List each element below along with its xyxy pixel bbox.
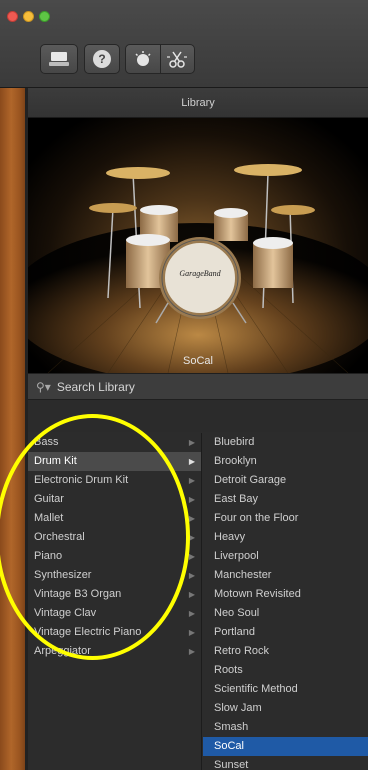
- library-browser: Bass ▶ Drum Kit ▶ Electronic Drum Kit ▶ Guitar…: [28, 433, 368, 770]
- category-label: Piano: [34, 550, 63, 562]
- category-label: Orchestral: [34, 531, 85, 543]
- window-toolbar: ?: [0, 0, 368, 88]
- preset-item[interactable]: Retro Rock: [203, 642, 368, 661]
- category-item[interactable]: Orchestral ▶: [28, 528, 201, 547]
- category-label: Vintage Electric Piano: [34, 626, 142, 638]
- category-label: Guitar: [34, 493, 64, 505]
- chevron-right-icon: ▶: [188, 495, 195, 504]
- category-label: Electronic Drum Kit: [34, 474, 129, 486]
- chevron-right-icon: ▶: [188, 552, 195, 561]
- preset-item[interactable]: Slow Jam: [203, 699, 368, 718]
- library-title: Library: [28, 88, 368, 118]
- scissors-icon: [167, 51, 188, 68]
- chevron-right-icon: ▶: [188, 571, 195, 580]
- drum-brand-text: GarageBand: [179, 269, 221, 278]
- chevron-right-icon: ▶: [188, 628, 195, 637]
- preset-item[interactable]: Heavy: [203, 528, 368, 547]
- minimize-window-button[interactable]: [23, 11, 34, 22]
- category-item[interactable]: Synthesizer ▶: [28, 566, 201, 585]
- zoom-window-button[interactable]: [39, 11, 50, 22]
- instrument-preview: GarageBand SoCal: [28, 118, 368, 373]
- preset-item[interactable]: Liverpool: [203, 547, 368, 566]
- chevron-right-icon: ▶: [188, 457, 195, 466]
- chevron-right-icon: ▶: [188, 647, 195, 656]
- category-item[interactable]: Drum Kit ▶: [28, 452, 201, 471]
- category-item[interactable]: Arpeggiator ▶: [28, 642, 201, 661]
- library-panel: Library GarageBand SoCal ⚲▾ Search Libra…: [28, 88, 368, 770]
- category-item[interactable]: Bass ▶: [28, 433, 201, 452]
- smart-controls-button[interactable]: [126, 45, 160, 73]
- library-button[interactable]: [40, 44, 78, 74]
- help-icon: ?: [93, 50, 111, 68]
- preview-instrument-label: SoCal: [183, 355, 213, 367]
- dial-icon: [135, 51, 151, 66]
- chevron-right-icon: ▶: [188, 476, 195, 485]
- preset-item[interactable]: Scientific Method: [203, 680, 368, 699]
- library-icon: [49, 52, 69, 66]
- list-header-spacer: [28, 400, 368, 432]
- category-item[interactable]: Piano ▶: [28, 547, 201, 566]
- category-label: Vintage B3 Organ: [34, 588, 122, 600]
- help-button[interactable]: ?: [84, 44, 120, 74]
- category-label: Vintage Clav: [34, 607, 97, 619]
- category-item[interactable]: Vintage Clav ▶: [28, 604, 201, 623]
- preset-list: Bluebird Brooklyn Detroit Garage East Bay Fo…: [203, 433, 368, 770]
- view-segmented-control: [125, 44, 195, 74]
- preset-item[interactable]: Roots: [203, 661, 368, 680]
- chevron-right-icon: ▶: [188, 514, 195, 523]
- category-item[interactable]: Guitar ▶: [28, 490, 201, 509]
- category-item[interactable]: Vintage Electric Piano ▶: [28, 623, 201, 642]
- preset-item[interactable]: Bluebird: [203, 433, 368, 452]
- category-label: Bass: [34, 436, 59, 448]
- close-window-button[interactable]: [7, 11, 18, 22]
- preset-item[interactable]: Manchester: [203, 566, 368, 585]
- chevron-right-icon: ▶: [188, 438, 195, 447]
- chevron-right-icon: ▶: [188, 590, 195, 599]
- category-label: Mallet: [34, 512, 64, 524]
- preset-item[interactable]: Smash: [203, 718, 368, 737]
- preset-item[interactable]: Motown Revisited: [203, 585, 368, 604]
- search-placeholder: Search Library: [56, 379, 135, 394]
- category-label: Arpeggiator: [34, 645, 91, 657]
- preset-item[interactable]: Detroit Garage: [203, 471, 368, 490]
- preset-item[interactable]: Neo Soul: [203, 604, 368, 623]
- category-item[interactable]: Vintage B3 Organ ▶: [28, 585, 201, 604]
- preset-item[interactable]: Four on the Floor: [203, 509, 368, 528]
- preset-item[interactable]: Sunset: [203, 756, 368, 770]
- category-label: Drum Kit: [34, 455, 77, 467]
- category-list: Bass ▶ Drum Kit ▶ Electronic Drum Kit ▶ Guitar…: [28, 433, 202, 770]
- preset-item[interactable]: East Bay: [203, 490, 368, 509]
- editors-button[interactable]: [159, 45, 194, 73]
- preset-item[interactable]: SoCal: [203, 737, 368, 756]
- preset-item[interactable]: Portland: [203, 623, 368, 642]
- chevron-right-icon: ▶: [188, 533, 195, 542]
- category-item[interactable]: Mallet ▶: [28, 509, 201, 528]
- drum-kit-image: GarageBand: [28, 164, 368, 373]
- category-item[interactable]: Electronic Drum Kit ▶: [28, 471, 201, 490]
- category-label: Synthesizer: [34, 569, 92, 581]
- preset-item[interactable]: Brooklyn: [203, 452, 368, 471]
- search-icon: ⚲▾: [36, 379, 51, 394]
- chevron-right-icon: ▶: [188, 609, 195, 618]
- wood-side-panel: [0, 88, 28, 770]
- search-library-field[interactable]: ⚲▾ Search Library: [28, 373, 368, 400]
